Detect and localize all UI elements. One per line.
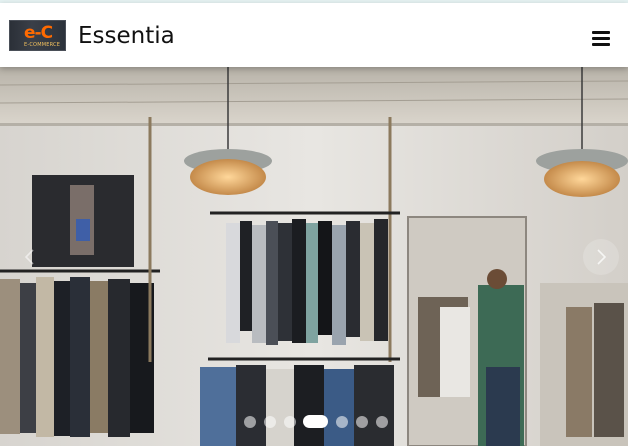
hero-slide-image — [0, 67, 628, 446]
chevron-right-icon — [597, 249, 607, 265]
brand-logo[interactable]: e-C E-COMMERCE — [9, 20, 66, 51]
carousel-dot-5[interactable] — [336, 416, 348, 428]
carousel-next-button[interactable] — [583, 239, 619, 275]
menu-bar — [592, 37, 610, 40]
carousel-dot-2[interactable] — [264, 416, 276, 428]
carousel-prev-button[interactable] — [12, 239, 48, 275]
carousel-dot-6[interactable] — [356, 416, 368, 428]
carousel-dot-3[interactable] — [284, 416, 296, 428]
mirror-and-people — [407, 216, 527, 446]
carousel-dot-7[interactable] — [376, 416, 388, 428]
hero-carousel[interactable] — [0, 67, 628, 446]
chevron-left-icon — [24, 249, 34, 265]
hamburger-menu-icon[interactable] — [590, 29, 612, 47]
carousel-indicators — [0, 415, 628, 429]
menu-bar — [592, 31, 610, 34]
logo-subtitle: E-COMMERCE — [24, 42, 61, 48]
menu-bar — [592, 43, 610, 46]
brand-title[interactable]: Essentia — [78, 21, 175, 51]
left-clothing-rack — [0, 269, 160, 437]
logo-mark: e-C — [24, 23, 53, 43]
site-header: e-C E-COMMERCE Essentia — [0, 3, 628, 67]
carousel-dot-4-active[interactable] — [303, 415, 328, 428]
carousel-dot-1[interactable] — [244, 416, 256, 428]
